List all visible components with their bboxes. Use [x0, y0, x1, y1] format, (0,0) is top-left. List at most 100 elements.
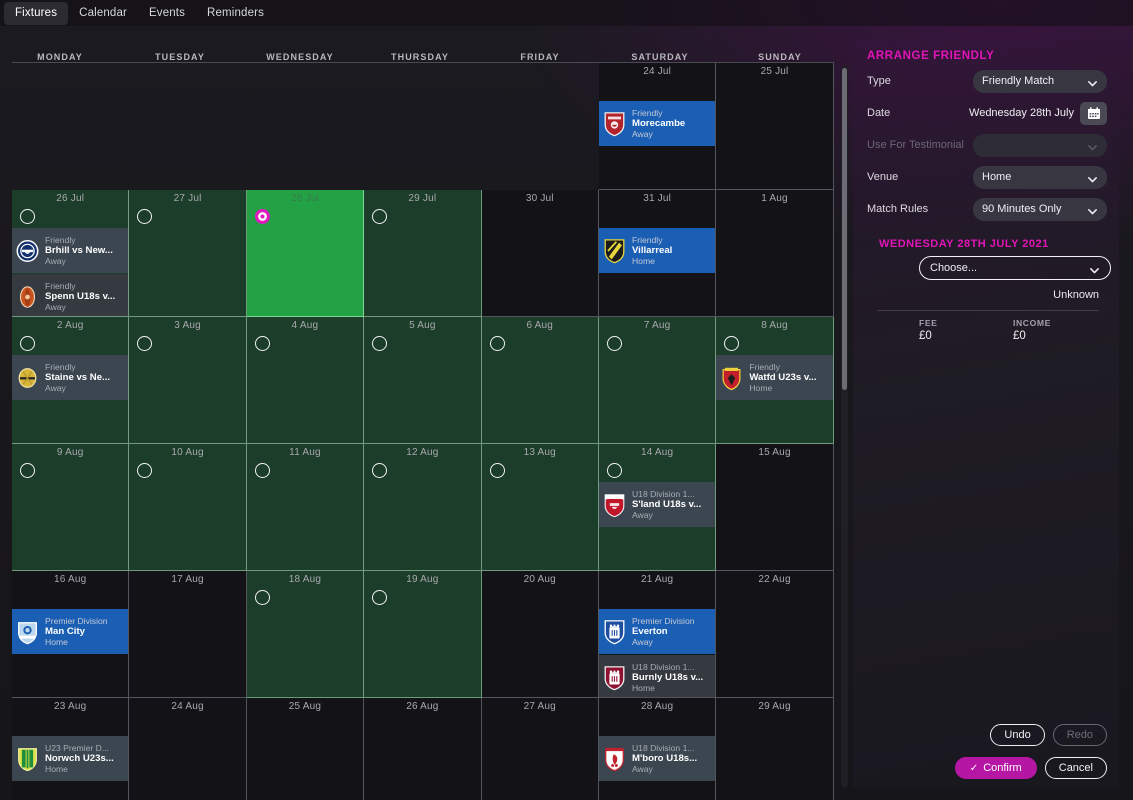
calendar-day-cell[interactable]: 26 Jul Friendly Brhill vs New... Away Friend…: [12, 190, 130, 317]
calendar-day-cell[interactable]: 28 Aug U18 Division 1... M'boro U18s... Awa…: [598, 698, 717, 800]
calendar-day-cell[interactable]: 6 Aug: [481, 317, 599, 444]
day-availability-circle-icon[interactable]: [606, 463, 622, 478]
confirm-button[interactable]: ✓ Confirm: [954, 757, 1037, 779]
chevron-down-icon: [1089, 263, 1100, 274]
day-availability-circle-icon[interactable]: [254, 463, 270, 478]
tab-fixtures[interactable]: Fixtures: [4, 1, 69, 25]
fixture-item[interactable]: Friendly Watfd U23s v... Home: [716, 355, 833, 400]
calendar-cell-empty: [364, 63, 481, 190]
select-venue[interactable]: Home: [973, 165, 1107, 189]
calendar-day-cell[interactable]: 29 Jul: [364, 190, 482, 317]
fixture-text: Friendly Villarreal Home: [632, 235, 713, 267]
calendar-day-cell[interactable]: 23 Aug U23 Premier D... Norwch U23s... Home: [12, 698, 130, 800]
calendar-day-cell[interactable]: 13 Aug: [481, 444, 599, 571]
calendar-scrollbar-thumb[interactable]: [842, 68, 847, 390]
day-availability-circle-icon[interactable]: [372, 590, 388, 605]
day-availability-circle-icon[interactable]: [372, 463, 388, 478]
fixture-item[interactable]: Premier Division Man City Home: [12, 609, 129, 654]
day-number: 26 Jul: [56, 193, 85, 204]
fixture-competition: U23 Premier D...: [45, 742, 109, 753]
calendar-day-cell[interactable]: 25 Jul: [716, 63, 834, 190]
fixture-item[interactable]: Friendly Villarreal Home: [598, 228, 716, 273]
day-availability-circle-icon[interactable]: [372, 209, 388, 224]
fixture-item[interactable]: Premier Division Everton Away: [598, 609, 716, 654]
calendar-day-cell[interactable]: 1 Aug: [716, 190, 834, 317]
calendar-day-cell[interactable]: 14 Aug U18 Division 1... S'land U18s v... A…: [598, 444, 717, 571]
calendar-day-cell[interactable]: 27 Aug: [481, 698, 599, 800]
day-availability-circle-icon[interactable]: [137, 209, 153, 224]
panel-divider: [877, 310, 1099, 311]
select-match-rules[interactable]: 90 Minutes Only: [973, 197, 1107, 221]
day-availability-circle-icon[interactable]: [20, 336, 35, 351]
calendar-day-cell[interactable]: 7 Aug: [598, 317, 717, 444]
fee-column: FEE £0: [919, 318, 1013, 342]
redo-button[interactable]: Redo: [1052, 724, 1107, 746]
fixture-list: Premier Division Man City Home: [12, 609, 129, 655]
day-availability-circle-icon[interactable]: [489, 336, 505, 351]
fixture-item[interactable]: U18 Division 1... M'boro U18s... Away: [598, 736, 716, 781]
calendar-day-cell[interactable]: 21 Aug Premier Division Everton Away U18 Div…: [598, 571, 717, 698]
fixture-item[interactable]: Friendly Spenn U18s v... Away: [12, 274, 129, 316]
fixture-item[interactable]: U18 Division 1... Burnly U18s v... Home: [598, 655, 716, 697]
calendar-day-cell[interactable]: 19 Aug: [364, 571, 482, 698]
day-availability-circle-icon[interactable]: [137, 463, 153, 478]
calendar-day-cell[interactable]: 17 Aug: [129, 571, 247, 698]
mancity-crest: [15, 618, 40, 646]
date-field[interactable]: Wednesday 28th July: [960, 101, 1107, 125]
calendar-day-cell[interactable]: 27 Jul: [129, 190, 247, 317]
calendar-day-cell[interactable]: 5 Aug: [364, 317, 482, 444]
day-availability-circle-icon[interactable]: [372, 336, 388, 351]
field-label: Type: [867, 75, 891, 87]
day-availability-circle-icon[interactable]: [489, 463, 505, 478]
calendar-day-cell[interactable]: 25 Aug: [246, 698, 365, 800]
calendar-day-cell[interactable]: 15 Aug: [716, 444, 834, 571]
calendar-day-cell[interactable]: 29 Aug: [716, 698, 834, 800]
calendar-day-cell[interactable]: 12 Aug: [364, 444, 482, 571]
calendar-day-cell[interactable]: 22 Aug: [716, 571, 834, 698]
select-type[interactable]: Friendly Match: [973, 69, 1107, 93]
fixture-item[interactable]: U23 Premier D... Norwch U23s... Home: [12, 736, 129, 781]
tab-calendar[interactable]: Calendar: [68, 2, 138, 25]
calendar-day-cell[interactable]: 26 Aug: [364, 698, 482, 800]
fixture-item[interactable]: U18 Division 1... S'land U18s v... Away: [598, 482, 716, 527]
opponent-choose-select[interactable]: Choose...: [919, 256, 1111, 280]
field-label: Match Rules: [867, 203, 929, 215]
calendar-day-cell[interactable]: 20 Aug: [481, 571, 599, 698]
tab-reminders[interactable]: Reminders: [196, 2, 275, 25]
calendar-day-cell[interactable]: 31 Jul Friendly Villarreal Home: [598, 190, 717, 317]
calendar-day-cell[interactable]: 10 Aug: [129, 444, 247, 571]
calendar-day-cell[interactable]: 28 Jul: [246, 190, 365, 317]
calendar-day-cell[interactable]: 18 Aug: [246, 571, 365, 698]
day-availability-circle-icon[interactable]: [254, 590, 270, 605]
fixture-item[interactable]: Friendly Morecambe Away: [598, 101, 716, 146]
calendar-day-cell[interactable]: 9 Aug: [12, 444, 130, 571]
day-number: 26 Aug: [406, 701, 439, 712]
calendar-day-cell[interactable]: 2 Aug Friendly Staine vs Ne... Away: [12, 317, 130, 444]
calendar-day-cell[interactable]: 4 Aug: [246, 317, 365, 444]
selected-day-dot-icon[interactable]: [254, 209, 270, 224]
day-availability-circle-icon[interactable]: [20, 463, 35, 478]
day-number: 10 Aug: [171, 447, 204, 458]
day-availability-circle-icon[interactable]: [724, 336, 740, 351]
calendar-scrollbar[interactable]: [841, 66, 848, 788]
cancel-button[interactable]: Cancel: [1044, 757, 1107, 779]
fixture-item[interactable]: Friendly Brhill vs New... Away: [12, 228, 129, 273]
fixture-item[interactable]: Friendly Staine vs Ne... Away: [12, 355, 129, 400]
fixture-text: U18 Division 1... Burnly U18s v... Home: [632, 662, 713, 694]
calendar-day-cell[interactable]: 24 Jul Friendly Morecambe Away: [598, 63, 717, 190]
calendar-day-cell[interactable]: 3 Aug: [129, 317, 247, 444]
tab-events[interactable]: Events: [138, 2, 196, 25]
undo-button[interactable]: Undo: [990, 724, 1045, 746]
calendar-day-cell[interactable]: 16 Aug Premier Division Man City Home: [12, 571, 130, 698]
calendar-day-cell[interactable]: 24 Aug: [129, 698, 247, 800]
calendar-day-cell[interactable]: 8 Aug Friendly Watfd U23s v... Home: [716, 317, 834, 444]
day-availability-circle-icon[interactable]: [20, 209, 35, 224]
day-availability-circle-icon[interactable]: [137, 336, 153, 351]
calendar-day-cell[interactable]: 30 Jul: [481, 190, 599, 317]
day-availability-circle-icon[interactable]: [254, 336, 270, 351]
calendar-picker-icon[interactable]: [1080, 101, 1107, 125]
calendar-day-cell[interactable]: 11 Aug: [246, 444, 365, 571]
fixture-venue: Home: [45, 637, 68, 648]
fixture-list: Friendly Watfd U23s v... Home: [716, 355, 833, 401]
day-availability-circle-icon[interactable]: [606, 336, 622, 351]
